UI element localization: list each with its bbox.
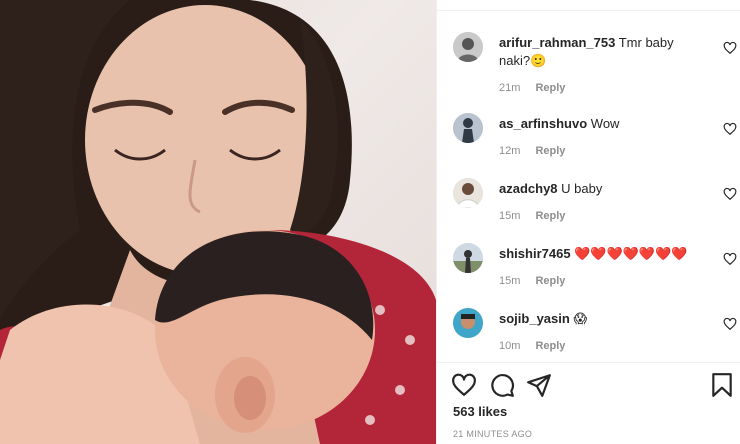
reply-button[interactable]: Reply [535, 340, 565, 352]
comment-time[interactable]: 10m [499, 340, 520, 352]
comment-username[interactable]: azadchy8 [499, 181, 558, 196]
comment-time[interactable]: 21m [499, 82, 520, 94]
comment-content: arifur_rahman_753 Tmr baby naki?🙂 [499, 34, 699, 70]
avatar-icon [453, 243, 483, 273]
comment-meta: 10m Reply [499, 340, 577, 352]
comment-content: sojib_yasin 😱 [499, 310, 699, 328]
comment-meta: 15m Reply [499, 210, 577, 222]
panel-divider [437, 10, 740, 11]
comment-meta: 21m Reply [499, 82, 577, 94]
comment-meta: 12m Reply [499, 145, 577, 157]
comment-content: as_arfinshuvo Wow [499, 115, 699, 133]
comment-username[interactable]: shishir7465 [499, 246, 571, 261]
avatar[interactable] [453, 243, 483, 273]
reply-button[interactable]: Reply [535, 275, 565, 287]
comment-text: Wow [590, 116, 620, 131]
avatar-icon [453, 308, 483, 338]
avatar[interactable] [453, 308, 483, 338]
post-timestamp[interactable]: 21 MINUTES AGO [453, 429, 532, 439]
avatar-icon [453, 32, 483, 62]
comment-content: azadchy8 U baby [499, 180, 699, 198]
comment-time[interactable]: 12m [499, 145, 520, 157]
comment-icon[interactable] [489, 372, 515, 398]
comment-text: U baby [561, 181, 603, 196]
heart-icon[interactable] [451, 372, 477, 398]
reply-button[interactable]: Reply [535, 145, 565, 157]
heart-icon[interactable] [723, 187, 737, 201]
comments-panel: arifur_rahman_753 Tmr baby naki?🙂 21m Re… [436, 0, 740, 444]
comment-meta: 15m Reply [499, 275, 577, 287]
comment-username[interactable]: as_arfinshuvo [499, 116, 587, 131]
heart-icon[interactable] [723, 122, 737, 136]
comment-time[interactable]: 15m [499, 275, 520, 287]
actions-divider [437, 362, 740, 363]
heart-icon[interactable] [723, 252, 737, 266]
likes-count[interactable]: 563 likes [453, 404, 507, 419]
comment-content: shishir7465 ❤️❤️❤️❤️❤️❤️❤️ [499, 245, 699, 263]
avatar-icon [453, 113, 483, 143]
action-bar [437, 372, 740, 402]
avatar[interactable] [453, 113, 483, 143]
avatar[interactable] [453, 178, 483, 208]
heart-icon[interactable] [723, 317, 737, 331]
comment-time[interactable]: 15m [499, 210, 520, 222]
heart-icon[interactable] [723, 41, 737, 55]
photo-illustration [0, 0, 436, 444]
comment-username[interactable]: sojib_yasin [499, 311, 570, 326]
avatar[interactable] [453, 32, 483, 62]
comment-text: ❤️❤️❤️❤️❤️❤️❤️ [574, 246, 688, 261]
comment-text: 😱 [573, 311, 587, 326]
avatar-icon [453, 178, 483, 208]
reply-button[interactable]: Reply [535, 82, 565, 94]
share-icon[interactable] [526, 372, 552, 398]
reply-button[interactable]: Reply [535, 210, 565, 222]
post-photo[interactable] [0, 0, 436, 444]
comment-username[interactable]: arifur_rahman_753 [499, 35, 615, 50]
bookmark-icon[interactable] [709, 372, 735, 398]
